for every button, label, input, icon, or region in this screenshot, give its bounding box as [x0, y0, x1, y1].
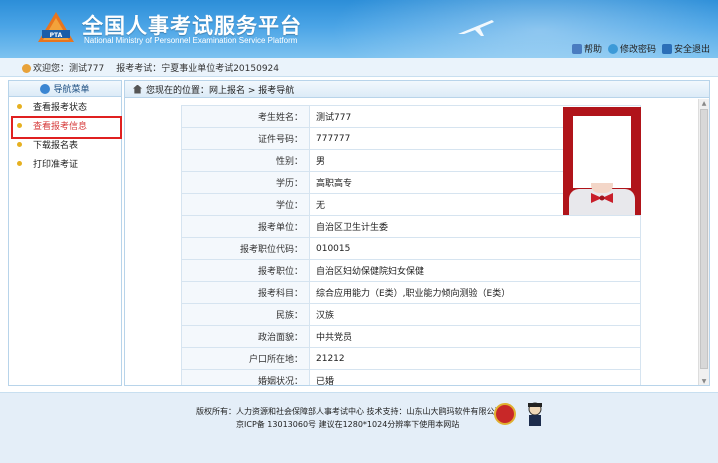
profile-field-value: 已婚: [309, 369, 641, 385]
sidebar: 导航菜单 查看报考状态 查看报考信息 下载报名表 打印准考证: [8, 80, 122, 386]
bullet-icon: [17, 161, 22, 166]
airplane-icon: [458, 20, 494, 36]
sidebar-item-download-form[interactable]: 下载报名表: [9, 135, 121, 154]
photo-face-mask: [573, 116, 631, 188]
profile-field-label: 证件号码：: [181, 127, 310, 150]
profile-field-label: 民族：: [181, 303, 310, 326]
profile-row: 婚姻状况： 已婚: [181, 369, 641, 385]
footer-icp: 京ICP备 13013060号 建议在1280*1024分辨率下使用本网站: [236, 420, 460, 429]
logo-text: PTA: [50, 32, 63, 39]
help-link[interactable]: 帮助: [571, 42, 602, 55]
profile-row: 报考单位： 自治区卫生计生委: [181, 215, 641, 238]
profile-row: 报考职位： 自治区妇幼保健院妇女保健: [181, 259, 641, 282]
sidebar-item-print-admission[interactable]: 打印准考证: [9, 154, 121, 173]
footer-copyright: 版权所有：人力资源和社会保障部人事考试中心 技术支持：山东山大鸥玛软件有限公司: [196, 407, 503, 416]
lock-icon: [571, 43, 582, 54]
profile-field-value: 010015: [309, 237, 641, 260]
sidebar-title: 导航菜单: [53, 85, 90, 95]
bow-tie-icon: [591, 193, 613, 203]
change-password-label: 修改密码: [619, 45, 656, 55]
vertical-scrollbar[interactable]: ▲ ▼: [698, 99, 709, 385]
profile-row: 政治面貌： 中共党员: [181, 325, 641, 348]
info-bar: 欢迎您：测试777 报考考试：宁夏事业单位考试20150924: [0, 58, 718, 77]
sidebar-header: 导航菜单: [9, 81, 121, 97]
change-password-link[interactable]: 修改密码: [607, 42, 656, 55]
help-icon: [607, 43, 618, 54]
home-icon: [133, 84, 142, 94]
sidebar-item-label: 下载报名表: [33, 141, 79, 151]
profile-content: 考生姓名： 测试777 证件号码： 777777 性别：男学历： 高职高专 学位：无报考单位…: [125, 99, 699, 385]
site-header: PTA 全国人事考试服务平台 National Ministry of Pers…: [0, 0, 718, 58]
breadcrumb: 您现在的位置：网上报名 > 报考导航: [125, 81, 709, 98]
welcome-label: 欢迎您：测试777: [33, 63, 105, 74]
pta-logo-icon: PTA: [38, 12, 74, 42]
exam-text: 报考考试：宁夏事业单位考试20150924: [116, 63, 279, 74]
profile-field-label: 婚姻状况：: [181, 369, 310, 385]
profile-field-label: 报考职位：: [181, 259, 310, 282]
profile-field-label: 学历：: [181, 171, 310, 194]
profile-row: 户口所在地： 21212: [181, 347, 641, 370]
scrollbar-thumb[interactable]: [700, 109, 708, 369]
scroll-down-icon[interactable]: ▼: [700, 378, 708, 385]
sidebar-item-label: 查看报考状态: [33, 103, 88, 113]
profile-row: 报考职位代码： 010015: [181, 237, 641, 260]
welcome-text: 欢迎您：测试777: [22, 61, 104, 74]
profile-row: 报考科目： 综合应用能力（E类）,职业能力倾向测验（E类）: [181, 281, 641, 304]
bullet-icon: [17, 142, 22, 147]
profile-field-label: 报考单位：: [181, 215, 310, 238]
breadcrumb-text: 您现在的位置：网上报名 > 报考导航: [146, 85, 295, 96]
logout-label: 安全退出: [673, 45, 710, 55]
main-panel: 您现在的位置：网上报名 > 报考导航 考生姓名： 测试777 证件号码： 777777…: [124, 80, 710, 386]
sidebar-item-info[interactable]: 查看报考信息: [9, 116, 122, 139]
site-subtitle: National Ministry of Personnel Examinati…: [84, 36, 298, 45]
logout-link[interactable]: 安全退出: [661, 42, 710, 55]
scroll-up-icon[interactable]: ▲: [700, 100, 708, 108]
profile-field-value: 自治区妇幼保健院妇女保健: [309, 259, 641, 282]
sidebar-item-label: 打印准考证: [33, 160, 79, 170]
profile-field-value: 汉族: [309, 303, 641, 326]
cyber-police-icon[interactable]: [524, 401, 546, 427]
help-link-label: 帮助: [583, 45, 602, 55]
profile-field-value: 自治区卫生计生委: [309, 215, 641, 238]
police-badge-icon[interactable]: [494, 403, 516, 425]
profile-field-label: 报考科目：: [181, 281, 310, 304]
footer-text: 版权所有：人力资源和社会保障部人事考试中心 技术支持：山东山大鸥玛软件有限公司 …: [196, 405, 503, 431]
profile-field-value: 中共党员: [309, 325, 641, 348]
profile-field-value: 21212: [309, 347, 641, 370]
profile-field-label: 学位：: [181, 193, 310, 216]
profile-row: 民族： 汉族: [181, 303, 641, 326]
profile-field-label: 政治面貌：: [181, 325, 310, 348]
profile-field-label: 报考职位代码：: [181, 237, 310, 260]
bullet-icon: [17, 104, 22, 109]
site-footer: 版权所有：人力资源和社会保障部人事考试中心 技术支持：山东山大鸥玛软件有限公司 …: [0, 392, 718, 463]
profile-field-label: 户口所在地：: [181, 347, 310, 370]
candidate-photo: [563, 107, 641, 215]
sidebar-item-status[interactable]: 查看报考状态: [9, 97, 121, 116]
profile-field-value: 综合应用能力（E类）,职业能力倾向测验（E类）: [309, 281, 641, 304]
top-links: 帮助 修改密码 安全退出: [571, 42, 710, 55]
bullet-icon: [17, 123, 22, 128]
user-icon: [22, 63, 31, 73]
profile-field-label: 性别：: [181, 149, 310, 172]
sidebar-item-label: 查看报考信息: [33, 122, 88, 132]
navigation-icon: [40, 83, 51, 94]
exit-icon: [661, 43, 672, 54]
profile-field-label: 考生姓名：: [181, 105, 310, 128]
